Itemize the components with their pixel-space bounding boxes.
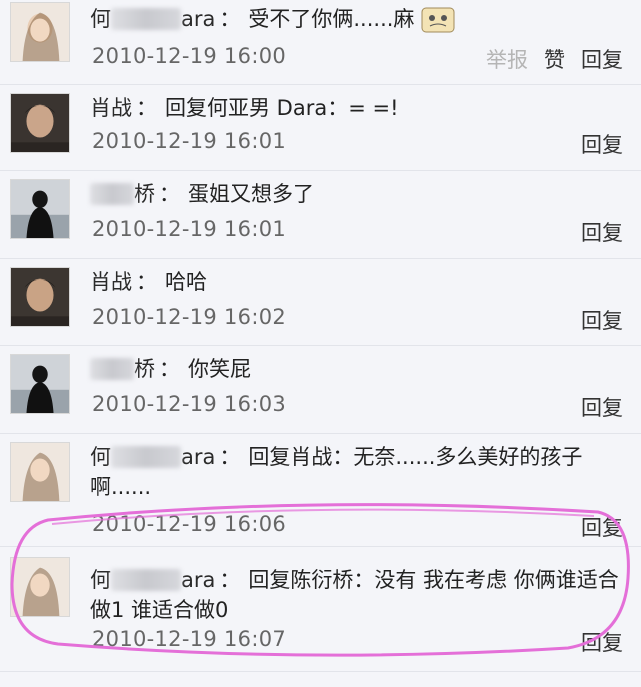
reply-link[interactable]: 回复	[581, 396, 623, 420]
reply-link[interactable]: 回复	[581, 133, 623, 157]
comment-item: 何 ara：回复肖战：无奈......多么美好的孩子啊...... 2010-12…	[0, 434, 641, 547]
comment-text: 你笑屁	[188, 357, 251, 381]
comment-timestamp: 2010-12-19 16:03	[92, 392, 287, 416]
commenter-name[interactable]: 何 ara	[90, 7, 215, 31]
comment-timestamp: 2010-12-19 16:06	[92, 512, 287, 536]
commenter-name[interactable]: 桥	[90, 182, 155, 206]
comment-timestamp: 2010-12-19 16:07	[92, 627, 287, 651]
comment-actions: 回复	[565, 129, 623, 159]
comment-text: 哈哈	[165, 270, 207, 294]
comment-actions: 回复	[565, 512, 623, 542]
comment-actions: 回复	[565, 217, 623, 247]
commenter-name[interactable]: 肖战	[90, 96, 132, 120]
comment-actions: 回复	[565, 627, 623, 657]
comment-actions: 举报赞回复	[470, 44, 623, 74]
comment-line: 何 ara：受不了你俩......麻	[90, 4, 621, 34]
reply-link[interactable]: 回复	[581, 221, 623, 245]
reply-link[interactable]: 回复	[581, 631, 623, 655]
reply-link[interactable]: 回复	[581, 309, 623, 333]
comment-text: 回复何亚男 Dara：= =!	[165, 96, 399, 120]
like-link[interactable]: 赞	[544, 48, 565, 72]
comment-actions: 回复	[565, 392, 623, 422]
user-avatar[interactable]	[10, 2, 70, 62]
comment-timestamp: 2010-12-19 16:01	[92, 217, 287, 241]
comment-item: 桥：你笑屁 2010-12-19 16:03 回复	[0, 346, 641, 434]
user-avatar[interactable]	[10, 442, 70, 502]
user-avatar[interactable]	[10, 93, 70, 153]
commenter-name[interactable]: 何 ara	[90, 445, 215, 469]
commenter-name[interactable]: 何 ara	[90, 568, 215, 592]
comment-text: 蛋姐又想多了	[188, 182, 314, 206]
comment-timestamp: 2010-12-19 16:02	[92, 305, 287, 329]
comment-line: 何 ara：回复陈衍桥：没有 我在考虑 你俩谁适合做1 谁适合做0	[90, 568, 619, 622]
commenter-name[interactable]: 肖战	[90, 270, 132, 294]
comment-text: 受不了你俩......麻	[248, 7, 415, 31]
comment-item: 肖战：回复何亚男 Dara：= =! 2010-12-19 16:01 回复	[0, 85, 641, 171]
user-avatar[interactable]	[10, 557, 70, 617]
comment-item: 肖战：哈哈 2010-12-19 16:02 回复	[0, 259, 641, 346]
report-link[interactable]: 举报	[486, 48, 528, 72]
user-avatar[interactable]	[10, 354, 70, 414]
user-avatar[interactable]	[10, 179, 70, 239]
sticker-emoji-icon	[420, 4, 456, 34]
user-avatar[interactable]	[10, 267, 70, 327]
comment-line: 肖战：哈哈	[90, 270, 207, 294]
comment-line: 桥：蛋姐又想多了	[90, 179, 621, 209]
comment-actions: 回复	[565, 305, 623, 335]
comment-item: 桥：蛋姐又想多了 2010-12-19 16:01 回复	[0, 171, 641, 259]
comment-item: 何 ara：回复陈衍桥：没有 我在考虑 你俩谁适合做1 谁适合做0 2010-12…	[0, 547, 641, 672]
reply-link[interactable]: 回复	[581, 48, 623, 72]
reply-link[interactable]: 回复	[581, 516, 623, 540]
comment-timestamp: 2010-12-19 16:00	[92, 44, 287, 68]
comment-line: 肖战：回复何亚男 Dara：= =!	[90, 96, 399, 120]
comment-item: 何 ara：受不了你俩......麻 2010-12-19 16:00 举报赞回复	[0, 0, 641, 85]
next-comment-partial	[0, 672, 641, 687]
comment-timestamp: 2010-12-19 16:01	[92, 129, 287, 153]
comment-line: 桥：你笑屁	[90, 354, 621, 384]
comment-line: 何 ara：回复肖战：无奈......多么美好的孩子啊......	[90, 445, 583, 499]
commenter-name[interactable]: 桥	[90, 357, 155, 381]
